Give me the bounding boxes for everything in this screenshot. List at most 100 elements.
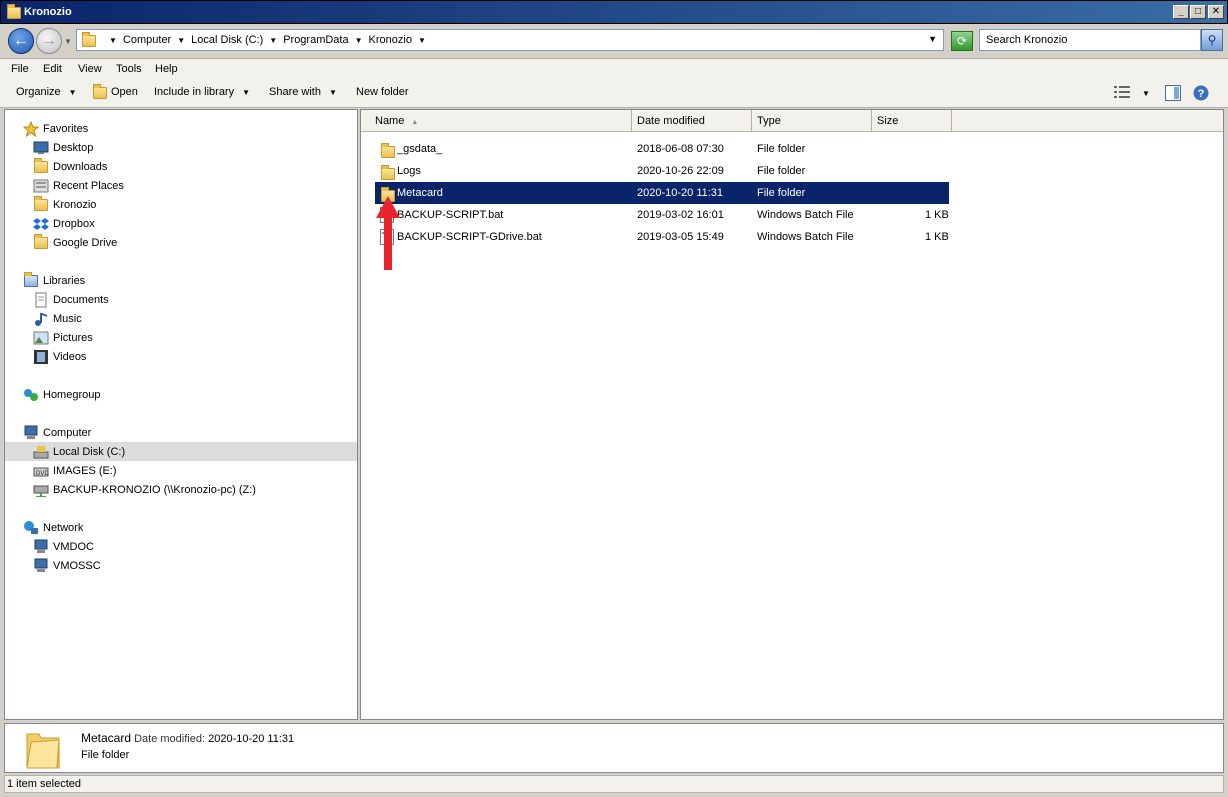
file-type: Windows Batch File (757, 209, 854, 221)
documents-icon (33, 292, 49, 308)
crumb-computer[interactable]: Computer (123, 34, 171, 46)
chevron-down-icon[interactable]: ▼ (269, 36, 277, 45)
nav-favorites[interactable]: Favorites (22, 119, 89, 138)
minimize-button[interactable]: _ (1173, 5, 1189, 19)
sort-ascending-icon: ▲ (411, 119, 419, 126)
file-type: File folder (757, 143, 806, 155)
refresh-button[interactable]: ⟳ (951, 31, 973, 51)
maximize-button[interactable]: □ (1190, 5, 1206, 19)
preview-pane-icon[interactable] (1165, 85, 1181, 104)
address-dropdown[interactable]: ▼ (928, 34, 937, 44)
chevron-down-icon[interactable]: ▼ (418, 36, 426, 45)
menu-view[interactable]: View (78, 63, 102, 75)
nav-music-label: Music (53, 312, 82, 325)
menu-help[interactable]: Help (155, 63, 178, 75)
nav-gdrive-label: Google Drive (53, 236, 118, 249)
help-icon[interactable]: ? (1193, 85, 1209, 104)
nav-homegroup[interactable]: Homegroup (23, 385, 100, 404)
nav-desktop-label: Desktop (53, 141, 94, 154)
menu-edit[interactable]: Edit (43, 63, 62, 75)
nav-local-disk[interactable]: Local Disk (C:) (5, 442, 357, 461)
file-name: _gsdata_ (397, 143, 443, 155)
crumb-programdata[interactable]: ProgramData (283, 34, 348, 46)
organize-button[interactable]: Organize ▼ (16, 86, 77, 98)
share-with-button[interactable]: Share with ▼ (269, 86, 337, 98)
back-button[interactable]: ← (8, 28, 34, 54)
nav-downloads[interactable]: Downloads (33, 157, 107, 176)
column-header-date[interactable]: Date modified (632, 110, 752, 132)
chevron-down-icon: ▼ (328, 87, 337, 97)
file-name: BACKUP-SCRIPT.bat (397, 209, 504, 221)
nav-google-drive[interactable]: Google Drive (33, 233, 117, 252)
nav-computer-label: Computer (43, 426, 92, 439)
nav-vmdoc[interactable]: VMDOC (33, 537, 94, 556)
file-type: File folder (757, 187, 806, 199)
nav-documents[interactable]: Documents (33, 290, 109, 309)
file-row[interactable]: Logs 2020-10-26 22:09 File folder (375, 160, 949, 182)
nav-libraries[interactable]: Libraries (23, 271, 85, 290)
details-name: Metacard (81, 731, 132, 745)
nav-music[interactable]: Music (33, 309, 82, 328)
nav-pictures-label: Pictures (53, 331, 93, 344)
address-bar[interactable]: ▼ Computer ▼ Local Disk (C:) ▼ ProgramDa… (76, 29, 944, 51)
red-arrow-annotation (376, 196, 400, 270)
nav-pictures[interactable]: Pictures (33, 328, 93, 347)
crumb-kronozio[interactable]: Kronozio (369, 34, 412, 46)
include-in-library-button[interactable]: Include in library ▼ (154, 86, 250, 98)
nav-images-drive[interactable]: DVD IMAGES (E:) (33, 461, 117, 480)
nav-kronozio[interactable]: Kronozio (33, 195, 96, 214)
open-label: Open (111, 86, 138, 98)
recent-pages-dropdown[interactable]: ▼ (64, 37, 72, 46)
computer-icon (23, 425, 39, 441)
file-row[interactable]: BACKUP-SCRIPT.bat 2019-03-02 16:01 Windo… (375, 204, 949, 226)
title-bar: Kronozio _ □ ✕ (0, 0, 1228, 24)
view-dropdown-icon[interactable]: ▼ (1142, 89, 1150, 98)
libraries-icon (23, 271, 39, 289)
file-row[interactable]: _gsdata_ 2018-06-08 07:30 File folder (375, 138, 949, 160)
chevron-down-icon[interactable]: ▼ (177, 36, 185, 45)
nav-network[interactable]: Network (23, 518, 83, 537)
menu-file[interactable]: File (11, 63, 29, 75)
large-folder-icon (23, 728, 63, 769)
file-row[interactable]: BACKUP-SCRIPT-GDrive.bat 2019-03-05 15:4… (375, 226, 949, 248)
column-header-filler (952, 110, 1223, 132)
nav-recent-places[interactable]: Recent Places (33, 176, 124, 195)
chevron-down-icon[interactable]: ▼ (109, 36, 117, 45)
organize-label: Organize (16, 86, 61, 98)
open-button[interactable]: Open (92, 84, 138, 99)
downloads-folder-icon (33, 157, 49, 175)
column-header-name[interactable]: Name ▲ (361, 110, 632, 132)
menu-tools[interactable]: Tools (116, 63, 142, 75)
new-folder-button[interactable]: New folder (356, 86, 409, 98)
command-bar: Organize ▼ Open Include in library ▼ Share… (0, 80, 1228, 108)
forward-button[interactable]: → (36, 28, 62, 54)
file-size: 1 KB (925, 209, 949, 221)
nav-desktop[interactable]: Desktop (33, 138, 93, 157)
nav-videos[interactable]: Videos (33, 347, 86, 366)
close-button[interactable]: ✕ (1208, 5, 1224, 19)
nav-vmossc[interactable]: VMOSSC (33, 556, 101, 575)
file-row-selected[interactable]: Metacard 2020-10-20 11:31 File folder (375, 182, 949, 204)
folder-icon (380, 163, 396, 180)
crumb-local-disk[interactable]: Local Disk (C:) (191, 34, 263, 46)
nav-backup-drive[interactable]: BACKUP-KRONOZIO (\\Kronozio-pc) (Z:) (33, 480, 256, 499)
column-header-type[interactable]: Type (752, 110, 872, 132)
nav-dropbox[interactable]: Dropbox (33, 214, 95, 233)
search-input[interactable]: Search Kronozio (979, 29, 1201, 51)
file-date: 2019-03-02 16:01 (637, 209, 724, 221)
file-name: BACKUP-SCRIPT-GDrive.bat (397, 231, 542, 243)
file-type: Windows Batch File (757, 231, 854, 243)
open-folder-icon (92, 84, 108, 99)
file-date: 2018-06-08 07:30 (637, 143, 724, 155)
chevron-down-icon[interactable]: ▼ (355, 36, 363, 45)
search-icon[interactable]: ⚲ (1201, 29, 1223, 51)
window-title: Kronozio (24, 6, 72, 18)
computer-icon (33, 539, 49, 555)
file-type: File folder (757, 165, 806, 177)
nav-favorites-label: Favorites (43, 122, 89, 135)
view-options-icon[interactable] (1114, 85, 1130, 102)
column-header-size[interactable]: Size (872, 110, 952, 132)
nav-computer[interactable]: Computer (23, 423, 91, 442)
nav-kronozio-label: Kronozio (53, 198, 97, 211)
svg-text:DVD: DVD (36, 471, 49, 477)
